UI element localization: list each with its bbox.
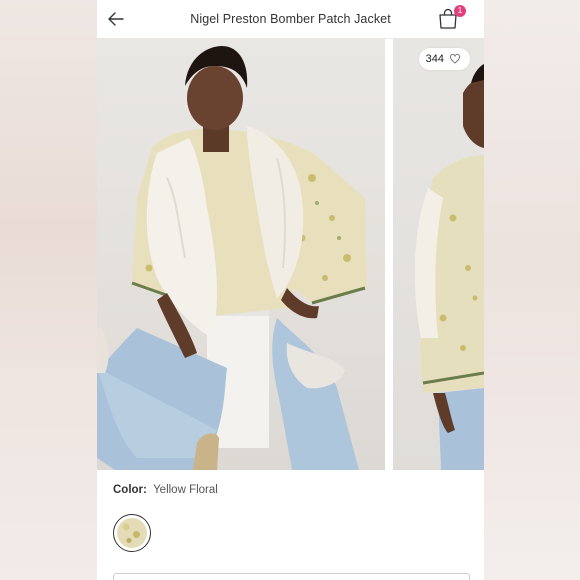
heart-icon [449, 54, 461, 64]
color-selector-label: Color: Yellow Floral [113, 484, 218, 496]
app-screen: Nigel Preston Bomber Patch Jacket 1 344 … [97, 0, 484, 580]
cart-count-badge: 1 [454, 5, 466, 17]
background-blur-right [484, 0, 580, 580]
back-button[interactable] [106, 9, 126, 29]
page-title: Nigel Preston Bomber Patch Jacket [190, 12, 391, 26]
swatch-pattern [117, 518, 147, 548]
arrow-left-icon [108, 12, 124, 26]
color-label: Color: [113, 484, 147, 496]
product-image-carousel[interactable]: 344 [97, 38, 484, 470]
cart-button[interactable]: 1 [436, 5, 466, 31]
size-select-field[interactable] [113, 573, 470, 580]
selected-color-name: Yellow Floral [153, 484, 218, 496]
like-button[interactable]: 344 [418, 48, 470, 70]
top-bar: Nigel Preston Bomber Patch Jacket 1 [97, 0, 484, 39]
product-photo-secondary[interactable]: 344 [393, 38, 484, 470]
model-illustration-secondary [414, 64, 484, 470]
model-illustration [97, 46, 367, 470]
color-swatch-yellow-floral[interactable] [113, 514, 151, 552]
background-blur-left [0, 0, 97, 580]
like-count: 344 [425, 53, 444, 65]
product-photo-main[interactable] [97, 38, 385, 470]
